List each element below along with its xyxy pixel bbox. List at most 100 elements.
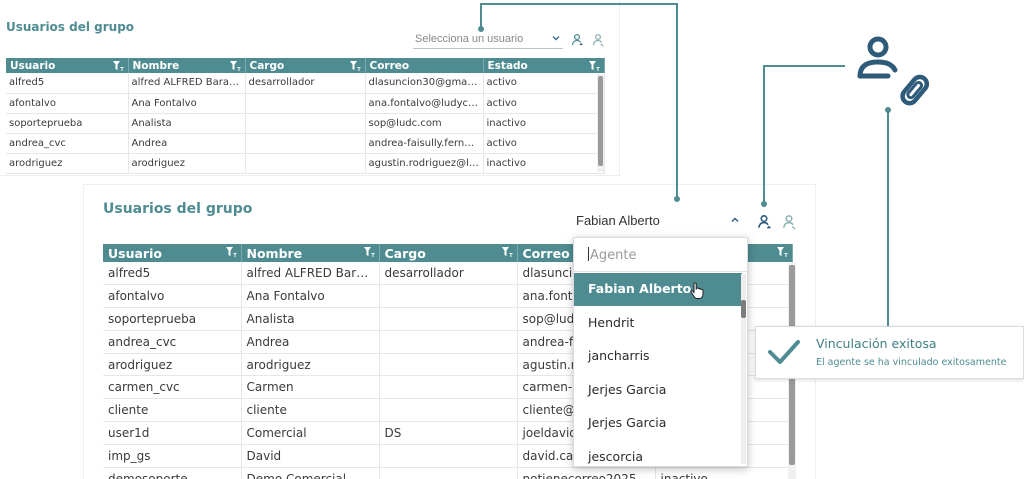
user-select-placeholder: Selecciona un usuario xyxy=(415,33,524,45)
dropdown-item-agent[interactable]: jescorcia xyxy=(574,441,742,466)
column-header-nombre[interactable]: Nombre T xyxy=(241,244,380,262)
connector-dot xyxy=(478,26,484,32)
panel-title: Usuarios del grupo xyxy=(103,201,253,217)
connector-line xyxy=(763,65,845,67)
column-header-usuario[interactable]: Usuario T xyxy=(6,58,129,73)
filter-icon[interactable]: T xyxy=(225,246,237,258)
scrollbar-thumb[interactable] xyxy=(598,76,603,166)
svg-text:T: T xyxy=(509,253,513,258)
panel-title: Usuarios del grupo xyxy=(6,20,135,34)
dropdown-item-label: Fabian Alberto xyxy=(588,281,692,296)
agent-search-input[interactable]: Agente xyxy=(574,238,747,272)
svg-text:T: T xyxy=(233,253,237,258)
column-header-estado[interactable]: Estado T xyxy=(483,58,605,73)
column-label: Usuario xyxy=(10,59,56,72)
table-cell: desarrollador xyxy=(379,262,518,286)
table-cell: carmen_cvc xyxy=(103,375,242,400)
user-unlink-icon[interactable] xyxy=(781,214,797,230)
filter-icon[interactable]: T xyxy=(112,60,124,72)
dropdown-item-label: Jerjes Garcia xyxy=(588,382,667,397)
scrollbar-thumb[interactable] xyxy=(741,300,746,318)
user-link-icon[interactable] xyxy=(570,33,584,47)
connector-dot xyxy=(761,201,767,207)
user-select[interactable]: Selecciona un usuario xyxy=(413,31,563,49)
table-cell: Comercial xyxy=(241,421,380,445)
column-header-usuario[interactable]: Usuario T xyxy=(103,244,242,262)
table-cell: Ana Fontalvo xyxy=(128,93,246,114)
table-cell: agustin.rodriguez@lu... xyxy=(365,153,484,174)
dropdown-item-agent[interactable]: Jerjes Garcia xyxy=(574,407,742,440)
table-cell: inactivo xyxy=(655,467,793,479)
table-cell: Andrea xyxy=(241,330,380,354)
svg-text:T: T xyxy=(596,67,600,72)
chevron-down-icon xyxy=(551,33,561,43)
agent-dropdown: Agente Fabian Alberto Hendrit jancharris… xyxy=(573,237,748,467)
check-icon xyxy=(768,340,800,364)
filter-icon[interactable]: T xyxy=(363,246,375,258)
table-row[interactable]: alfred5 alfred ALFRED Baranao desarrollado… xyxy=(6,73,605,94)
filter-icon[interactable]: T xyxy=(776,246,788,258)
table-cell xyxy=(379,353,518,377)
table-row[interactable]: afontalvo Ana Fontalvo ana.fontalvo@ludyco… xyxy=(6,93,605,114)
table-cell: andrea_cvc xyxy=(6,133,129,154)
table-cell xyxy=(245,153,366,174)
column-header-cargo[interactable]: Cargo T xyxy=(379,244,518,262)
success-toast: Vinculación exitosa El agente se ha vinc… xyxy=(755,326,1024,379)
table-cell: Demo Comercial xyxy=(241,467,380,479)
user-select[interactable]: Fabian Alberto xyxy=(574,211,742,233)
table-cell xyxy=(245,133,366,154)
dropdown-item-label: jancharris xyxy=(588,348,650,363)
table-cell: demosoporte xyxy=(103,467,242,479)
filter-icon[interactable]: T xyxy=(501,246,513,258)
column-label: Nombre xyxy=(246,245,303,261)
dropdown-item-agent[interactable]: Jerjes Garcia xyxy=(574,374,742,407)
table-cell: soporteprueba xyxy=(6,113,129,134)
table-cell: Andrea xyxy=(128,133,246,154)
toast-message: El agente se ha vinculado exitosamente xyxy=(816,357,1007,368)
table-row[interactable]: arodriguez arodriguez agustin.rodriguez@lu… xyxy=(6,153,605,174)
table-cell: alfred5 xyxy=(6,73,129,94)
chevron-up-icon xyxy=(730,215,740,225)
table-row[interactable]: demosoporte Demo Comercial notienecorreo20… xyxy=(103,467,793,479)
user-link-icon[interactable] xyxy=(756,214,772,230)
user-unlink-icon[interactable] xyxy=(591,33,605,47)
table-cell: DS xyxy=(379,421,518,445)
hand-pointer-icon xyxy=(690,282,704,299)
toast-title: Vinculación exitosa xyxy=(816,336,937,351)
table-cell: soporteprueba xyxy=(103,307,242,331)
column-header-nombre[interactable]: Nombre T xyxy=(128,58,246,73)
table-cell: Analista xyxy=(128,113,246,134)
filter-icon[interactable]: T xyxy=(588,60,600,72)
svg-text:T: T xyxy=(784,253,788,258)
filter-icon[interactable]: T xyxy=(229,60,241,72)
dropdown-scrollbar[interactable] xyxy=(741,274,746,464)
user-paperclip-icon xyxy=(857,36,930,106)
table-scrollbar[interactable] xyxy=(597,74,604,172)
table-cell: activo xyxy=(483,73,605,94)
table-row[interactable]: soporteprueba Analista sop@ludc.com inactiv… xyxy=(6,113,605,134)
filter-icon[interactable]: T xyxy=(349,60,361,72)
table-cell: arodriguez xyxy=(6,153,129,174)
connector-line xyxy=(676,3,678,199)
table-cell: afontalvo xyxy=(6,93,129,114)
table-cell: sop@ludc.com xyxy=(365,113,484,134)
table-cell: inactivo xyxy=(483,153,605,174)
table-cell xyxy=(379,444,518,468)
table-cell: andrea-faisully.fernan... xyxy=(365,133,484,154)
table-row[interactable]: andrea_cvc Andrea andrea-faisully.fernan..… xyxy=(6,133,605,154)
dropdown-item-agent[interactable]: Fabian Alberto xyxy=(574,273,742,306)
table-cell xyxy=(245,93,366,114)
dropdown-item-agent[interactable]: Hendrit xyxy=(574,307,742,340)
connector-line xyxy=(480,3,677,5)
agent-search-placeholder: Agente xyxy=(590,248,637,263)
table-cell: arodriguez xyxy=(128,153,246,174)
dropdown-item-agent[interactable]: jancharris xyxy=(574,340,742,373)
column-header-cargo[interactable]: Cargo T xyxy=(245,58,366,73)
table-cell: cliente xyxy=(103,398,242,423)
table-header-row: Usuario T Nombre T Cargo T Correo Estado T xyxy=(6,58,605,73)
table-cell: activo xyxy=(483,93,605,114)
table-cell: arodriguez xyxy=(103,353,242,377)
table-cell: imp_gs xyxy=(103,444,242,468)
column-header-correo[interactable]: Correo xyxy=(365,58,484,73)
table-cell: user1d xyxy=(103,421,242,445)
